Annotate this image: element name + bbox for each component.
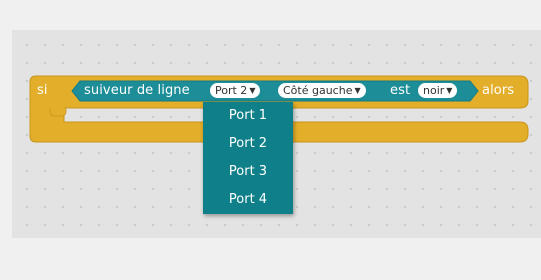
port-value: Port 2 xyxy=(215,84,248,97)
dropdown-option-port-4[interactable]: Port 4 xyxy=(203,186,293,214)
then-label: alors xyxy=(482,83,515,98)
if-label: si xyxy=(37,83,48,98)
port-dropdown-menu: Port 1 Port 2 Port 3 Port 4 xyxy=(203,102,293,214)
side-value: Côté gauche xyxy=(283,84,353,97)
sensor-label: suiveur de ligne xyxy=(84,83,190,98)
dropdown-option-port-1[interactable]: Port 1 xyxy=(203,102,293,130)
color-dropdown[interactable]: noir ▼ xyxy=(418,83,458,98)
chevron-down-icon: ▼ xyxy=(354,86,361,95)
port-dropdown[interactable]: Port 2 ▼ xyxy=(210,83,261,98)
color-value: noir xyxy=(423,84,445,97)
dropdown-option-port-3[interactable]: Port 3 xyxy=(203,158,293,186)
est-label: est xyxy=(390,83,411,98)
chevron-down-icon: ▼ xyxy=(249,86,256,95)
bottom-panel xyxy=(0,238,541,280)
chevron-down-icon: ▼ xyxy=(446,86,453,95)
side-dropdown[interactable]: Côté gauche ▼ xyxy=(278,83,366,98)
dropdown-option-port-2[interactable]: Port 2 xyxy=(203,130,293,158)
